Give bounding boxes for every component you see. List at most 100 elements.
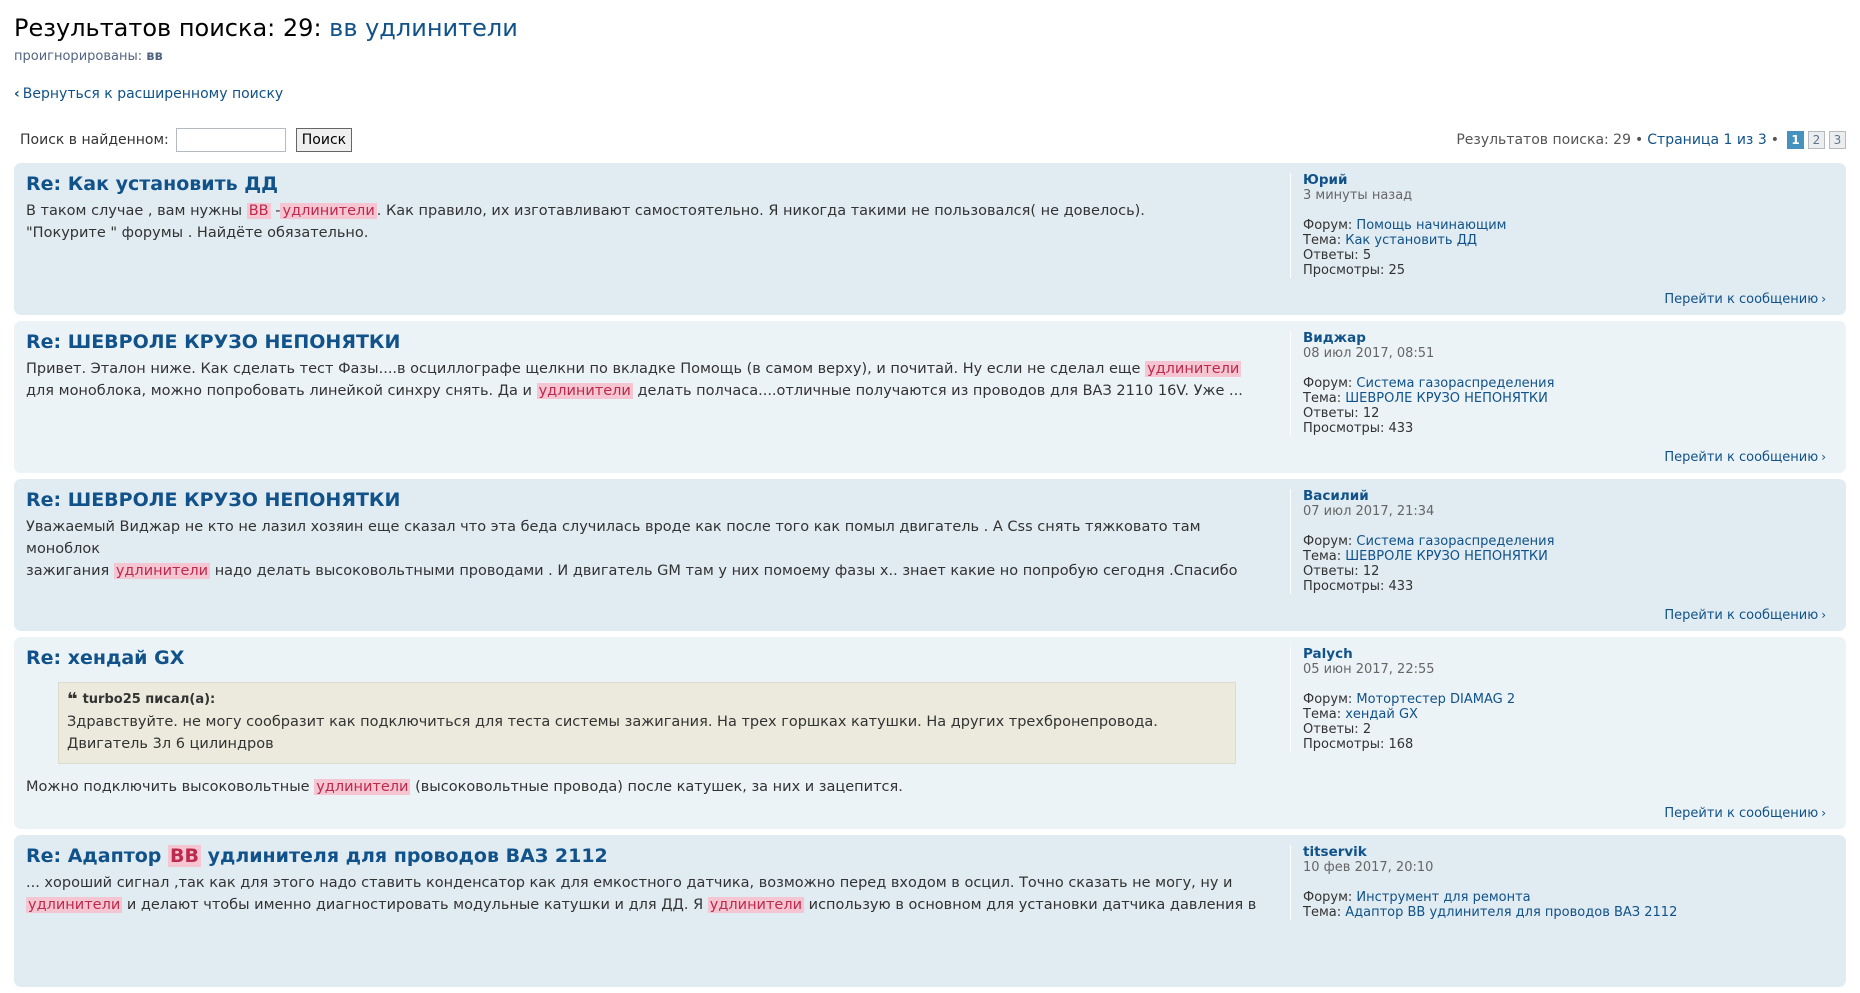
- meta-views: Просмотры: 25: [1303, 263, 1830, 278]
- search-highlight: удлинители: [26, 897, 123, 913]
- topic-link[interactable]: Как установить ДД: [1345, 233, 1477, 248]
- meta-replies: Ответы: 12: [1303, 406, 1830, 421]
- topic-link[interactable]: Адаптор ВВ удлинителя для проводов ВАЗ 2…: [1345, 905, 1677, 920]
- post-title-link[interactable]: Re: Как установить ДД: [26, 173, 278, 195]
- post-text: (высоковольтные провода) после катушек, …: [410, 779, 903, 795]
- jump-to-post-link[interactable]: Перейти к сообщению ›: [1664, 292, 1826, 307]
- post-author-link[interactable]: Palych: [1303, 646, 1353, 662]
- post-time: 3 минуты назад: [1303, 188, 1413, 203]
- meta-label: Ответы:: [1303, 722, 1359, 737]
- search-highlight: ВВ: [246, 203, 271, 219]
- post-content: Уважаемый Виджар не кто не лазил хозяин …: [26, 516, 1266, 582]
- views-count: 433: [1388, 421, 1414, 436]
- topic-link[interactable]: хендай GX: [1345, 707, 1418, 722]
- page-number-3[interactable]: 3: [1829, 131, 1846, 149]
- search-query-link[interactable]: вв удлинители: [329, 14, 518, 42]
- post-text: Можно подключить высоковольтные: [26, 779, 315, 795]
- topic-link[interactable]: ШЕВРОЛЕ КРУЗО НЕПОНЯТКИ: [1345, 391, 1548, 406]
- meta-label: Просмотры:: [1303, 579, 1385, 594]
- meta-topic: Тема: Адаптор ВВ удлинителя для проводов…: [1303, 905, 1830, 920]
- post-text: и делают чтобы именно диагностировать мо…: [122, 897, 708, 913]
- views-count: 25: [1388, 263, 1406, 278]
- chevron-right-icon: ›: [1821, 806, 1826, 820]
- post-title-link[interactable]: Re: хендай GX: [26, 647, 184, 669]
- search-highlight: удлинители: [536, 383, 633, 399]
- jump-to-post-link[interactable]: Перейти к сообщению ›: [1664, 806, 1826, 821]
- chevron-right-icon: ›: [1821, 608, 1826, 622]
- search-result-post: Re: Как установить ДД В таком случае , в…: [14, 163, 1846, 315]
- post-title-link[interactable]: Re: Адаптор ВВ удлинителя для проводов В…: [26, 845, 608, 867]
- post-title-link[interactable]: Re: ШЕВРОЛЕ КРУЗО НЕПОНЯТКИ: [26, 331, 400, 353]
- jump-to-post-link[interactable]: Перейти к сообщению ›: [1664, 450, 1826, 465]
- meta-views: Просмотры: 433: [1303, 579, 1830, 594]
- chevron-right-icon: ›: [1821, 450, 1826, 464]
- post-meta: Юрий 3 минуты назад Форум: Помощь начина…: [1290, 173, 1830, 278]
- post-body: Re: ШЕВРОЛЕ КРУЗО НЕПОНЯТКИ Привет. Этал…: [26, 330, 1266, 402]
- meta-label: Форум:: [1303, 218, 1353, 233]
- meta-label: Просмотры:: [1303, 421, 1385, 436]
- page-jump-link[interactable]: Страница 1 из 3: [1647, 132, 1766, 148]
- post-text: Уважаемый Виджар не кто не лазил хозяин …: [26, 519, 1201, 557]
- post-time: 07 июл 2017, 21:34: [1303, 504, 1435, 519]
- page-number-2[interactable]: 2: [1808, 131, 1825, 149]
- views-count: 168: [1388, 737, 1414, 752]
- search-within-input[interactable]: [175, 128, 286, 152]
- meta-label: Форум:: [1303, 376, 1353, 391]
- forum-link[interactable]: Система газораспределения: [1356, 534, 1554, 549]
- search-result-post: Re: хендай GX ❝ turbo25 писал(а): Здравст…: [14, 637, 1846, 829]
- post-title-text: удлинителя для проводов ВАЗ 2112: [200, 845, 608, 867]
- post-text: . Как правило, их изготавливают самостоя…: [376, 203, 1145, 219]
- forum-link[interactable]: Система газораспределения: [1356, 376, 1554, 391]
- post-text: "Покурите " форумы . Найдёте обязательно…: [26, 225, 369, 241]
- meta-label: Тема:: [1303, 391, 1342, 406]
- jump-label: Перейти к сообщению: [1664, 608, 1819, 623]
- page-number-1: 1: [1787, 131, 1804, 149]
- quote-icon: ❝: [67, 689, 78, 710]
- bullet-separator: •: [1770, 132, 1779, 148]
- post-content: Можно подключить высоковольтные удлините…: [26, 776, 1266, 798]
- back-link-label: Вернуться к расширенному поиску: [22, 86, 284, 102]
- search-result-post: Re: ШЕВРОЛЕ КРУЗО НЕПОНЯТКИ Уважаемый Ви…: [14, 479, 1846, 631]
- post-meta: Palych 05 июн 2017, 22:55 Форум: Моторте…: [1290, 647, 1830, 752]
- pagination: Результатов поиска: 29 • Страница 1 из 3…: [1456, 129, 1846, 151]
- post-title-text: Re: Адаптор: [26, 845, 169, 867]
- topic-link[interactable]: ШЕВРОЛЕ КРУЗО НЕПОНЯТКИ: [1345, 549, 1548, 564]
- meta-label: Тема:: [1303, 707, 1342, 722]
- post-meta: titservik 10 фев 2017, 20:10 Форум: Инст…: [1290, 845, 1830, 920]
- jump-label: Перейти к сообщению: [1664, 806, 1819, 821]
- post-text: Привет. Эталон ниже. Как сделать тест Фа…: [26, 361, 1146, 377]
- forum-link[interactable]: Помощь начинающим: [1356, 218, 1506, 233]
- results-count: Результатов поиска: 29: [1456, 132, 1631, 148]
- back-to-advanced-search-link[interactable]: ‹ Вернуться к расширенному поиску: [14, 86, 283, 102]
- meta-topic: Тема: ШЕВРОЛЕ КРУЗО НЕПОНЯТКИ: [1303, 549, 1830, 564]
- search-highlight: удлинители: [1145, 361, 1242, 377]
- post-author-link[interactable]: Виджар: [1303, 330, 1366, 346]
- quote-header: ❝ turbo25 писал(а):: [67, 691, 1227, 709]
- search-result-post: Re: Адаптор ВВ удлинителя для проводов В…: [14, 835, 1846, 987]
- post-author-link[interactable]: Юрий: [1303, 172, 1347, 188]
- post-content: В таком случае , вам нужны ВВ - удлинител…: [26, 200, 1266, 244]
- meta-replies: Ответы: 2: [1303, 722, 1830, 737]
- meta-forum: Форум: Система газораспределения: [1303, 534, 1830, 549]
- jump-label: Перейти к сообщению: [1664, 450, 1819, 465]
- search-button[interactable]: Поиск: [295, 128, 353, 152]
- post-author-link[interactable]: Василий: [1303, 488, 1369, 504]
- post-time: 10 фев 2017, 20:10: [1303, 860, 1434, 875]
- meta-topic: Тема: хендай GX: [1303, 707, 1830, 722]
- page-title-prefix: Результатов поиска: 29:: [14, 14, 322, 42]
- post-text: зажигания: [26, 563, 114, 579]
- post-title-link[interactable]: Re: ШЕВРОЛЕ КРУЗО НЕПОНЯТКИ: [26, 489, 400, 511]
- meta-label: Тема:: [1303, 905, 1342, 920]
- meta-label: Форум:: [1303, 890, 1353, 905]
- meta-label: Ответы:: [1303, 248, 1359, 263]
- quote-author: turbo25 писал(а):: [82, 692, 216, 707]
- post-author-link[interactable]: titservik: [1303, 844, 1367, 860]
- replies-count: 12: [1362, 406, 1380, 421]
- search-result-post: Re: ШЕВРОЛЕ КРУЗО НЕПОНЯТКИ Привет. Этал…: [14, 321, 1846, 473]
- forum-link[interactable]: Мотортестер DIAMAG 2: [1356, 692, 1515, 707]
- post-body: Re: ШЕВРОЛЕ КРУЗО НЕПОНЯТКИ Уважаемый Ви…: [26, 488, 1266, 582]
- forum-link[interactable]: Инструмент для ремонта: [1356, 890, 1530, 905]
- quote-block: ❝ turbo25 писал(а): Здравствуйте. не могу…: [58, 682, 1236, 764]
- replies-count: 12: [1362, 564, 1380, 579]
- jump-to-post-link[interactable]: Перейти к сообщению ›: [1664, 608, 1826, 623]
